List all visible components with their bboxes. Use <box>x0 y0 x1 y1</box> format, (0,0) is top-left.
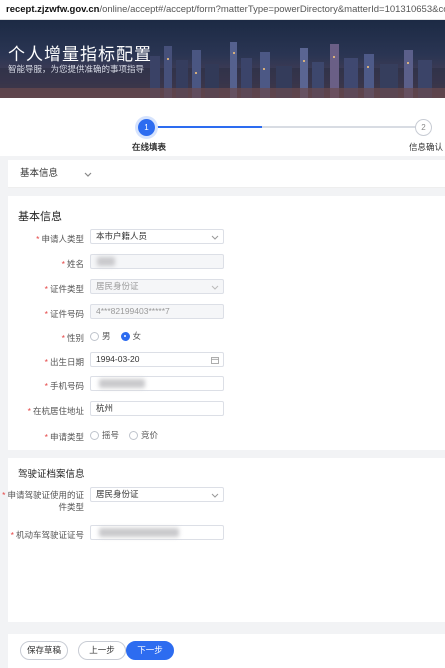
license-number-field[interactable] <box>90 525 224 540</box>
apply-type-radio-group: 摇号 竞价 <box>90 428 168 442</box>
id-number-label: * 证件号码 <box>44 309 84 319</box>
apply-type-label: * 申请类型 <box>44 432 84 442</box>
license-cert-type-select[interactable]: 居民身份证 <box>90 487 224 502</box>
redacted-blur <box>99 379 145 388</box>
license-cert-type-label: * 申请驾驶证使用的证 件类型 <box>2 490 84 512</box>
page-title: 个人增量指标配置 <box>8 45 152 64</box>
step-connector-done <box>152 126 262 128</box>
url-host: recept.zjzwfw.gov.cn <box>6 4 100 15</box>
birth-date-picker[interactable]: 1994-03-20 <box>90 352 224 367</box>
step-connector-todo <box>262 126 417 128</box>
gender-male-radio[interactable]: 男 <box>90 330 111 342</box>
name-field[interactable] <box>90 254 224 269</box>
license-number-label: * 机动车驾驶证证号 <box>10 530 84 540</box>
residence-label: * 在杭居住地址 <box>27 406 84 416</box>
id-type-select[interactable]: 居民身份证 <box>90 279 224 294</box>
chevron-down-icon <box>211 235 219 240</box>
step-1-dot: 1 <box>138 119 155 136</box>
page-subtitle: 智能导服，为您提供准确的事项指导 <box>8 64 145 74</box>
next-step-button[interactable]: 下一步 <box>126 641 174 660</box>
applicant-type-select[interactable]: 本市户籍人员 <box>90 229 224 244</box>
url-path: /online/accept#/accept/form?matterType=p… <box>99 4 445 15</box>
gender-label: * 性别 <box>61 333 84 343</box>
previous-step-button[interactable]: 上一步 <box>78 641 126 660</box>
chevron-down-icon <box>211 285 219 290</box>
calendar-icon <box>211 357 219 364</box>
step-2-dot: 2 <box>415 119 432 136</box>
tab-basic-info[interactable]: 基本信息 <box>20 160 58 188</box>
chevron-down-icon[interactable] <box>83 169 93 179</box>
address-bar[interactable]: recept.zjzwfw.gov.cn/online/accept#/acce… <box>0 0 445 20</box>
birth-date-label: * 出生日期 <box>44 357 84 367</box>
driver-license-title: 驾驶证档案信息 <box>18 469 85 480</box>
residence-field[interactable]: 杭州 <box>90 401 224 416</box>
redacted-blur <box>97 257 115 266</box>
progress-steps: 1 在线填表 2 信息确认 <box>0 98 445 156</box>
step-1-label: 在线填表 <box>132 142 167 152</box>
apply-type-bidding-radio[interactable]: 竞价 <box>129 429 158 441</box>
step-2-label: 信息确认 <box>409 142 444 152</box>
phone-field[interactable] <box>90 376 224 391</box>
redacted-blur <box>99 528 179 537</box>
page-banner: 个人增量指标配置 智能导服，为您提供准确的事项指导 <box>0 20 445 98</box>
apply-type-lottery-radio[interactable]: 摇号 <box>90 429 119 441</box>
form-footer: 保存草稿 上一步 下一步 <box>8 634 445 668</box>
applicant-type-label: * 申请人类型 <box>36 234 84 244</box>
phone-label: * 手机号码 <box>44 381 84 391</box>
basic-info-title: 基本信息 <box>18 211 62 223</box>
chevron-down-icon <box>211 493 219 498</box>
gender-female-radio[interactable]: 女 <box>120 330 141 342</box>
section-tab-bar: 基本信息 <box>8 160 445 188</box>
name-label: * 姓名 <box>61 259 84 269</box>
save-draft-button[interactable]: 保存草稿 <box>20 641 68 660</box>
gender-radio-group: 男 女 <box>90 329 151 343</box>
id-number-field[interactable]: 4***82199403*****7 <box>90 304 224 319</box>
id-type-label: * 证件类型 <box>44 284 84 294</box>
